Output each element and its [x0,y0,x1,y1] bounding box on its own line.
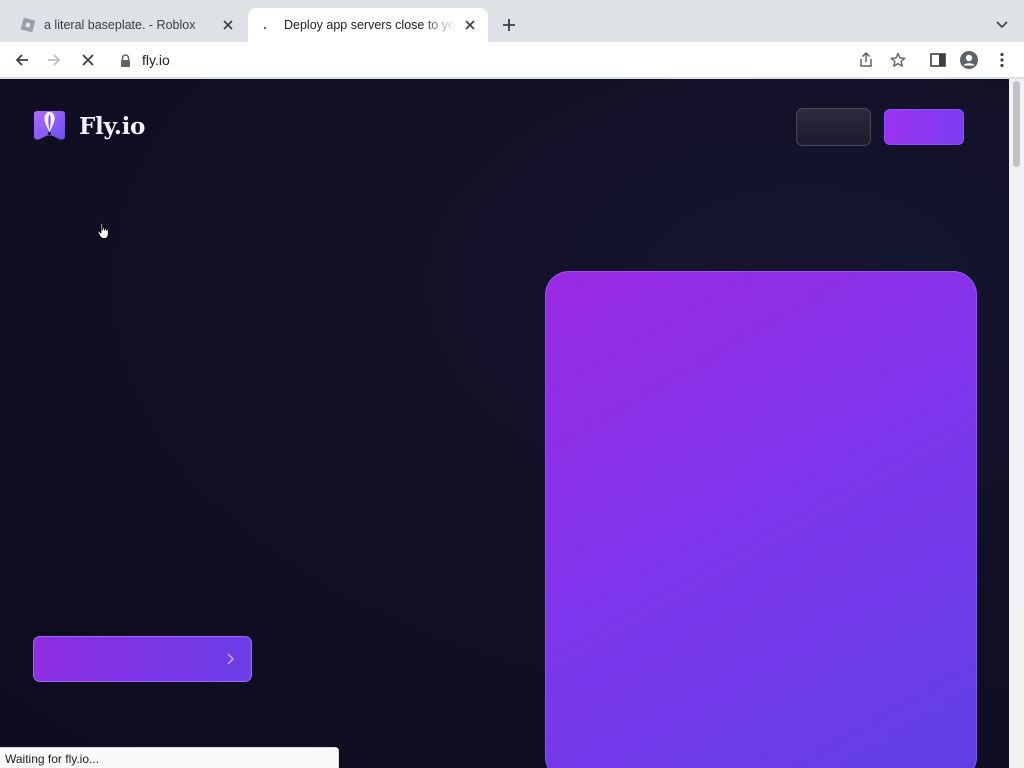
chevron-right-icon [227,653,234,665]
hero-cta-button[interactable] [33,636,252,682]
status-bubble: Waiting for fly.io... [0,747,339,768]
back-arrow-icon[interactable] [8,46,36,74]
scrollbar-thumb[interactable] [1013,81,1020,167]
address-bar[interactable]: fly.io [108,46,918,74]
stop-loading-icon[interactable] [74,46,102,74]
menu-kebab-icon[interactable] [988,46,1016,74]
flyio-homepage: Fly.io [0,79,1009,768]
close-icon[interactable] [460,15,480,35]
tab-roblox[interactable]: a literal baseplate. - Roblox [8,8,246,42]
url-text: fly.io [142,52,170,68]
flyio-balloon-logo-icon [34,111,65,140]
side-panel-icon[interactable] [924,46,952,74]
page-viewport: Fly.io [0,79,1024,768]
forward-arrow-icon[interactable] [40,46,68,74]
bookmark-star-icon[interactable] [884,46,912,74]
get-started-button[interactable] [884,109,964,145]
close-icon[interactable] [218,15,238,35]
roblox-icon [20,17,36,33]
logo-wordmark: Fly.io [79,112,146,140]
tab-title: a literal baseplate. - Roblox [44,18,196,32]
loading-spinner-icon [260,17,276,33]
lock-icon[interactable] [120,53,132,67]
browser-toolbar: fly.io [0,42,1024,78]
profile-avatar-icon[interactable] [955,46,983,74]
new-tab-icon[interactable] [497,13,521,37]
hand-pointer-cursor-icon [97,222,109,239]
vertical-scrollbar[interactable] [1009,79,1024,768]
tab-title: Deploy app servers close to your users [284,18,456,32]
share-icon[interactable] [852,46,880,74]
sign-in-button[interactable] [796,108,871,146]
tab-strip: a literal baseplate. - Roblox Deploy app… [0,0,1024,42]
site-logo[interactable]: Fly.io [31,110,145,142]
chevron-down-icon[interactable] [990,13,1014,37]
hero-gradient-card [545,271,977,768]
tab-flyio[interactable]: Deploy app servers close to your users [248,8,488,42]
